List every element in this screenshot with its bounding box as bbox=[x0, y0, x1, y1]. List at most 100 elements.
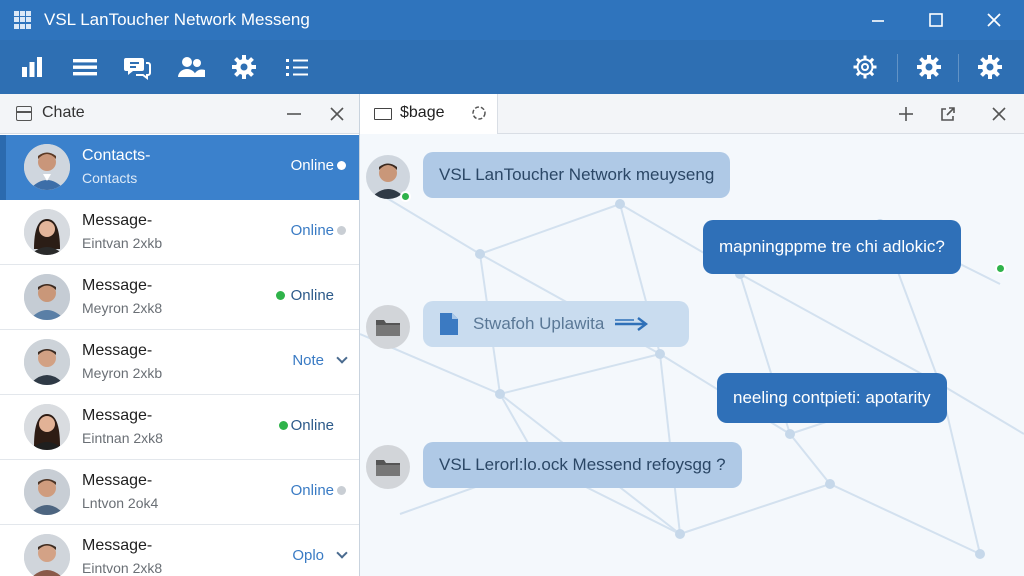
status-dot-icon bbox=[337, 486, 346, 495]
close-icon bbox=[987, 13, 1001, 27]
contact-name: Message- bbox=[82, 537, 153, 554]
settings-icon bbox=[917, 55, 941, 79]
minimize-icon bbox=[872, 20, 884, 22]
contact-status: Online bbox=[290, 482, 334, 499]
outgoing-message: mapningppme tre chi adlokic? bbox=[703, 220, 961, 274]
minimize-button[interactable] bbox=[856, 6, 900, 34]
close-button[interactable] bbox=[972, 6, 1016, 34]
maximize-icon bbox=[929, 13, 943, 27]
settings-icon bbox=[978, 55, 1002, 79]
settings-button[interactable] bbox=[226, 50, 262, 84]
tab-label: $bage bbox=[400, 104, 445, 121]
popout-button[interactable] bbox=[936, 102, 960, 126]
avatar bbox=[24, 274, 70, 320]
panel-minimize-button[interactable] bbox=[282, 102, 306, 126]
add-tab-button[interactable] bbox=[894, 102, 918, 126]
avatar bbox=[24, 339, 70, 385]
contact-status: Online bbox=[290, 287, 334, 304]
contact-name: Message- bbox=[82, 472, 153, 489]
settings-outline-icon bbox=[853, 55, 877, 79]
users-button[interactable] bbox=[173, 50, 209, 84]
avatar bbox=[24, 404, 70, 450]
maximize-button[interactable] bbox=[914, 6, 958, 34]
incoming-message: VSL LanToucher Network meuyseng bbox=[423, 152, 731, 198]
preferences-button[interactable] bbox=[847, 50, 883, 84]
contact-subtitle: Eintvan 2xkb bbox=[82, 235, 163, 251]
contact-subtitle: Meyron 2xk8 bbox=[82, 300, 163, 316]
status-dot-icon bbox=[337, 226, 346, 235]
chevron-down-icon[interactable] bbox=[336, 547, 348, 559]
contact-subtitle: Eintnan 2xk8 bbox=[82, 430, 163, 446]
close-icon bbox=[330, 107, 344, 121]
list-icon bbox=[73, 59, 97, 76]
chat-tab-bar: $bage bbox=[360, 94, 1024, 134]
contact-name: Message- bbox=[82, 407, 153, 424]
status-dot-icon bbox=[337, 161, 346, 170]
chat-panel: $bage VSL LanToucher Network meuyseng ma… bbox=[360, 94, 1024, 576]
file-icon bbox=[440, 313, 458, 335]
title-bar: VSL LanToucher Network Messeng bbox=[0, 0, 1024, 40]
contact-name: Message- bbox=[82, 342, 153, 359]
plus-icon bbox=[899, 107, 913, 121]
online-indicator-icon bbox=[400, 191, 411, 202]
users-icon bbox=[178, 57, 205, 77]
outgoing-message: neeling contpieti: apotarity bbox=[717, 373, 947, 423]
window-title: VSL LanToucher Network Messeng bbox=[44, 10, 310, 29]
contact-status: Oplo bbox=[292, 547, 324, 564]
contact-row[interactable]: Message- Meyron 2xkb Note bbox=[0, 330, 359, 395]
stats-button[interactable] bbox=[14, 50, 50, 84]
avatar bbox=[24, 209, 70, 255]
chat-button[interactable] bbox=[119, 50, 155, 84]
contact-row[interactable]: Message- Eintnan 2xk8 Online bbox=[0, 395, 359, 460]
contact-row[interactable]: Message- Eintvan 2xkb Online bbox=[0, 200, 359, 265]
toolbar-divider bbox=[958, 54, 959, 82]
tab-close-icon[interactable] bbox=[470, 104, 488, 122]
avatar bbox=[24, 469, 70, 515]
contact-status: Online bbox=[290, 417, 334, 434]
checklist-icon bbox=[286, 59, 308, 76]
network-background bbox=[360, 193, 1024, 559]
arrow-right-icon bbox=[615, 317, 649, 331]
window-icon bbox=[374, 108, 392, 120]
contact-subtitle: Lntvon 2ok4 bbox=[82, 495, 159, 511]
contact-status: Online bbox=[290, 157, 334, 174]
contacts-panel-header: Chate bbox=[0, 94, 359, 134]
contact-row[interactable]: Contacts- Contacts Online bbox=[0, 135, 359, 200]
file-message[interactable]: Stwafoh Uplawita bbox=[423, 301, 689, 347]
panel-icon bbox=[16, 106, 32, 121]
contact-name: Contacts- bbox=[82, 147, 151, 164]
chevron-down-icon[interactable] bbox=[336, 352, 348, 364]
minimize-icon bbox=[287, 113, 301, 115]
incoming-message: VSL Lerorl:lo.ock Messend refoysgg ? bbox=[423, 442, 742, 488]
contacts-panel-title: Chate bbox=[42, 104, 85, 121]
app-grid-icon bbox=[14, 11, 32, 29]
folder-icon bbox=[376, 460, 400, 476]
checklist-button[interactable] bbox=[279, 50, 315, 84]
contact-row[interactable]: Message- Lntvon 2ok4 Online bbox=[0, 460, 359, 525]
online-indicator-icon bbox=[276, 291, 285, 300]
popout-icon bbox=[941, 107, 955, 121]
contact-row[interactable]: Message- Eintvon 2xk8 Oplo bbox=[0, 525, 359, 576]
chat-close-button[interactable] bbox=[987, 102, 1011, 126]
options-button[interactable] bbox=[911, 50, 947, 84]
contact-row[interactable]: Message- Meyron 2xk8 Online bbox=[0, 265, 359, 330]
advanced-settings-button[interactable] bbox=[972, 50, 1008, 84]
contact-name: Message- bbox=[82, 212, 153, 229]
folder-avatar bbox=[366, 445, 410, 489]
contact-status: Note bbox=[292, 352, 324, 369]
folder-avatar bbox=[366, 305, 410, 349]
contacts-panel: Chate Contacts- Contacts Online Message-… bbox=[0, 94, 360, 576]
chat-icon bbox=[124, 58, 151, 80]
file-name: Stwafoh Uplawita bbox=[473, 314, 605, 333]
avatar bbox=[24, 144, 70, 190]
stats-icon bbox=[22, 57, 42, 77]
tab-chat[interactable]: $bage bbox=[360, 94, 498, 134]
main-toolbar bbox=[0, 40, 1024, 94]
settings-icon bbox=[232, 55, 256, 79]
contact-subtitle: Eintvon 2xk8 bbox=[82, 560, 163, 576]
contact-status: Online bbox=[290, 222, 334, 239]
contact-subtitle: Meyron 2xkb bbox=[82, 365, 163, 381]
contact-subtitle: Contacts bbox=[82, 170, 138, 186]
panel-close-button[interactable] bbox=[325, 102, 349, 126]
list-button[interactable] bbox=[67, 50, 103, 84]
